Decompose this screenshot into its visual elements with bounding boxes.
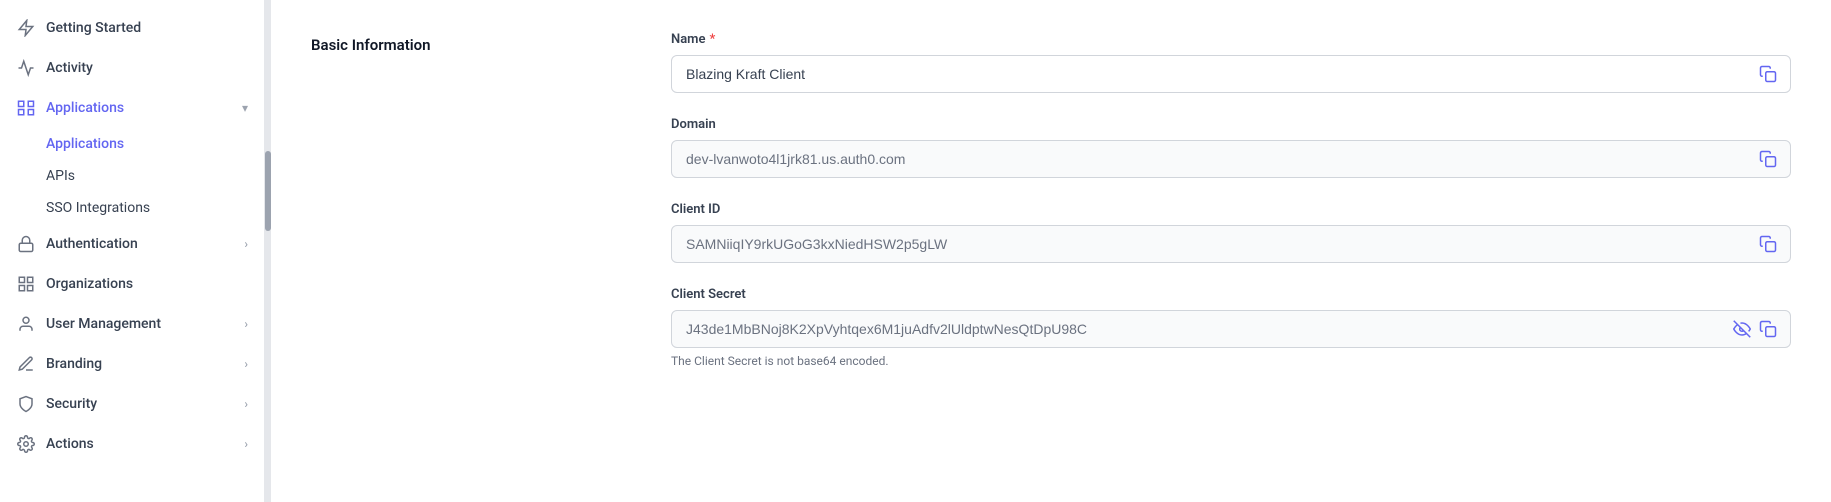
name-label: Name * — [671, 32, 1791, 47]
sidebar-item-getting-started[interactable]: Getting Started — [0, 8, 264, 48]
sidebar-sub-item-applications[interactable]: Applications — [0, 128, 264, 160]
chevron-right-icon: › — [244, 237, 248, 251]
name-required-star: * — [709, 32, 715, 47]
copy-icon-client-secret — [1759, 320, 1777, 338]
sidebar-item-actions[interactable]: Actions › — [0, 424, 264, 464]
sidebar-item-organizations-label: Organizations — [46, 276, 248, 292]
sidebar-sub-item-sso[interactable]: SSO Integrations — [0, 192, 264, 224]
client-id-copy-button[interactable] — [1755, 231, 1781, 257]
sidebar-item-organizations[interactable]: Organizations — [0, 264, 264, 304]
sidebar-item-branding[interactable]: Branding › — [0, 344, 264, 384]
grid-icon — [16, 274, 36, 294]
eye-off-icon — [1733, 320, 1751, 338]
copy-icon-domain — [1759, 150, 1777, 168]
user-icon — [16, 314, 36, 334]
sidebar-item-authentication-label: Authentication — [46, 236, 234, 252]
chevron-right-icon-br: › — [244, 357, 248, 371]
pencil-icon — [16, 354, 36, 374]
domain-input[interactable] — [671, 140, 1791, 178]
copy-icon-client-id — [1759, 235, 1777, 253]
sidebar-item-applications-label: Applications — [46, 100, 232, 116]
lock-icon — [16, 234, 36, 254]
chevron-right-icon-um: › — [244, 317, 248, 331]
chart-icon — [16, 58, 36, 78]
domain-copy-button[interactable] — [1755, 146, 1781, 172]
sidebar-item-getting-started-label: Getting Started — [46, 20, 248, 36]
client-secret-field-group: Client Secret — [671, 287, 1791, 368]
domain-label: Domain — [671, 117, 1791, 132]
chevron-down-icon: ▾ — [242, 101, 248, 115]
sidebar: Getting Started Activity Applications ▾ … — [0, 0, 265, 502]
section-header: Basic Information — [311, 32, 631, 392]
copy-icon — [1759, 65, 1777, 83]
scrollbar-thumb[interactable] — [265, 151, 271, 231]
sidebar-sub-item-sso-label: SSO Integrations — [46, 200, 248, 216]
sidebar-sub-item-apis-label: APIs — [46, 168, 248, 184]
name-input-wrapper — [671, 55, 1791, 93]
name-input[interactable] — [671, 55, 1791, 93]
sidebar-item-user-management-label: User Management — [46, 316, 234, 332]
section-title: Basic Information — [311, 36, 631, 54]
client-secret-visibility-button[interactable] — [1729, 316, 1755, 342]
sidebar-item-activity-label: Activity — [46, 60, 248, 76]
client-secret-label: Client Secret — [671, 287, 1791, 302]
actions-icon — [16, 434, 36, 454]
sidebar-item-security[interactable]: Security › — [0, 384, 264, 424]
content-layout: Basic Information Name * — [311, 32, 1791, 392]
chevron-right-icon-sec: › — [244, 397, 248, 411]
shield-icon — [16, 394, 36, 414]
bolt-icon — [16, 18, 36, 38]
sidebar-item-activity[interactable]: Activity — [0, 48, 264, 88]
sidebar-item-branding-label: Branding — [46, 356, 234, 372]
client-secret-input-wrapper — [671, 310, 1791, 348]
sidebar-item-security-label: Security — [46, 396, 234, 412]
sidebar-sub-item-applications-label: Applications — [46, 136, 248, 152]
client-secret-hint: The Client Secret is not base64 encoded. — [671, 354, 1791, 368]
client-secret-copy-button[interactable] — [1755, 316, 1781, 342]
sidebar-item-actions-label: Actions — [46, 436, 234, 452]
sidebar-sub-item-apis[interactable]: APIs — [0, 160, 264, 192]
client-id-input[interactable] — [671, 225, 1791, 263]
sidebar-item-applications[interactable]: Applications ▾ — [0, 88, 264, 128]
scrollbar-track[interactable] — [265, 0, 271, 502]
main-content: Basic Information Name * — [271, 0, 1831, 502]
client-id-field-group: Client ID — [671, 202, 1791, 263]
client-id-label: Client ID — [671, 202, 1791, 217]
sidebar-item-authentication[interactable]: Authentication › — [0, 224, 264, 264]
domain-input-wrapper — [671, 140, 1791, 178]
client-id-input-wrapper — [671, 225, 1791, 263]
client-secret-input[interactable] — [671, 310, 1791, 348]
sidebar-item-user-management[interactable]: User Management › — [0, 304, 264, 344]
domain-field-group: Domain — [671, 117, 1791, 178]
chevron-right-icon-act: › — [244, 437, 248, 451]
name-copy-button[interactable] — [1755, 61, 1781, 87]
applications-icon — [16, 98, 36, 118]
name-field-group: Name * — [671, 32, 1791, 93]
form-fields: Name * Domain — [671, 32, 1791, 392]
